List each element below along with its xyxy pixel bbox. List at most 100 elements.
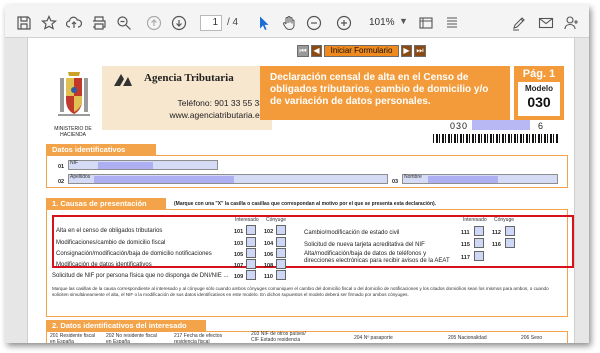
causa-estado-civil-label: Cambio/modificación de estado civil [304,230,400,236]
causa-101-number: 101 [234,229,244,235]
fit-page-icon[interactable] [417,14,435,32]
agencia-phone: Teléfono: 901 33 55 33 [177,98,265,108]
datos-identificativos-header: Datos identificativos [46,144,156,155]
start-form-button[interactable]: Iniciar Formulario [324,45,399,57]
redacted-barcode-number [472,120,530,130]
page-label: Pág. 1 [522,68,556,80]
modelo-label: Modelo [525,84,553,93]
causa-115-number: 115 [461,242,470,248]
agencia-website: www.agenciatributaria.es [169,110,265,120]
zoom-out-icon[interactable] [305,14,323,32]
causas-note: Marque las casillas de la causa correspo… [52,286,549,297]
causa-109-checkbox[interactable] [246,270,256,280]
zoom-in-icon[interactable] [335,14,353,32]
bookmark-star-icon[interactable] [40,14,58,32]
causa-101-checkbox[interactable] [246,225,256,235]
page-count: / 4 [227,17,239,28]
row-02-number: 02 [58,179,65,185]
interesado-col-no-residente: 202 No residente fiscal en España [106,333,157,343]
causa-104-checkbox[interactable] [276,237,286,247]
add-user-icon[interactable] [563,14,581,32]
col-interesado-left: Interesado [235,217,259,223]
causa-112-checkbox[interactable] [505,226,515,236]
interesado-col-fecha-efectos: 217 Fecha de efectos residencia fiscal [174,333,223,343]
hand-tool-icon[interactable] [280,14,298,32]
causa-102-number: 102 [264,229,274,235]
causa-107-checkbox[interactable] [246,259,256,269]
search-zoom-icon[interactable] [115,14,133,32]
causa-111-checkbox[interactable] [474,226,484,236]
pdf-page: ⏮ ◀ Iniciar Formulario ▶ ⏭ MINISTERIO DE… [27,38,575,343]
causa-nif-request-label: Solicitud de NIF por persona física que … [52,273,229,279]
redacted-nif [98,162,153,169]
next-page-icon[interactable] [170,14,188,32]
interesado-col-residente: 201 Residente fiscal en España [50,333,96,343]
causa-102-checkbox[interactable] [276,225,286,235]
interesado-header: 2. Datos identificativos del interesado [46,320,206,331]
causa-tarjeta-nif-label: Solicitud de nueva tarjeta acreditativa … [304,242,425,248]
causa-115-checkbox[interactable] [474,238,484,248]
causa-116-number: 116 [492,242,501,248]
causa-datos-label: Modificación de datos identificativos [56,262,152,268]
scroll-mode-icon[interactable] [443,14,461,32]
email-icon[interactable] [537,14,555,32]
causa-108-checkbox[interactable] [276,259,286,269]
row-03-number: 03 [392,179,399,185]
modelo-box: Modelo 030 [518,82,560,116]
coat-of-arms-logo [58,72,90,116]
interesado-col-nacionalidad: 205 Nacionalidad [448,335,487,341]
agencia-tributaria-logo [114,74,132,86]
form-title: Declaración censal de alta en el Censo d… [260,66,510,120]
row-01-number: 01 [58,164,65,170]
causa-106-checkbox[interactable] [276,248,286,258]
causa-112-number: 112 [492,230,501,236]
page-number-input[interactable]: 1 [200,15,222,31]
zoom-dropdown-icon[interactable]: ▼ [399,16,408,26]
col-conyuge-right: Cónyuge [494,217,515,223]
interesado-col-sexo: 206 Sexo [521,335,543,341]
barcode-suffix: 6 [538,121,545,131]
ministry-label: MINISTERIO DE HACIENDA [54,126,92,138]
causas-header: 1. Causas de presentación [46,198,166,209]
sign-pen-icon[interactable] [510,14,528,32]
next-form-button[interactable]: ▶ [401,45,412,57]
zoom-level[interactable]: 101% [369,17,395,28]
previous-form-button[interactable]: ◀ [311,45,322,57]
first-page-button[interactable]: ⏮ [297,45,309,57]
interesado-col-pasaporte: 204 Nº pasaporte [354,335,393,341]
col-conyuge-left: Cónyuge [266,217,287,223]
agencia-info-box: Agencia Tributaria Teléfono: 901 33 55 3… [102,66,272,130]
causa-avisos-label: Alta/modificación/baja de datos de teléf… [304,251,450,264]
causa-notificaciones-label: Consignación/modificación/baja de domici… [56,251,212,257]
causa-106-number: 106 [264,252,274,258]
causa-117-number: 117 [461,255,470,261]
apellidos-label: Apellidos [70,174,91,180]
agencia-name: Agencia Tributaria [144,72,234,84]
causa-117-checkbox[interactable] [474,251,484,261]
barcode [433,134,558,143]
interesado-col-nif-otros: 203 NIF de otros países/ CIF Estado resi… [251,331,306,343]
causas-instruction: (Marque con una "X" la casilla o casilla… [174,201,437,207]
nombre-label: Nombre [404,174,422,180]
select-cursor-icon[interactable] [255,14,273,32]
causa-110-checkbox[interactable] [276,270,286,280]
barcode-prefix: 030 [450,121,469,131]
upload-cloud-icon[interactable] [65,14,83,32]
causa-111-number: 111 [461,230,470,236]
save-icon[interactable] [15,14,33,32]
redacted-nombre [428,176,498,183]
col-interesado-right: Interesado [463,217,487,223]
causa-alta-label: Alta en el censo de obligados tributario… [56,228,163,234]
causa-107-number: 107 [234,263,244,269]
causa-103-checkbox[interactable] [246,237,256,247]
last-page-button[interactable]: ⏭ [414,45,426,57]
print-icon[interactable] [90,14,108,32]
causa-105-checkbox[interactable] [246,248,256,258]
causa-116-checkbox[interactable] [505,238,515,248]
previous-page-icon[interactable] [145,14,163,32]
page-model-box: Pág. 1 Modelo 030 [514,66,564,120]
causa-domicilio-label: Modificaciones/cambio de domicilio fisca… [56,240,166,246]
causa-103-number: 103 [234,241,244,247]
redacted-apellidos [94,176,234,183]
causa-104-number: 104 [264,241,274,247]
